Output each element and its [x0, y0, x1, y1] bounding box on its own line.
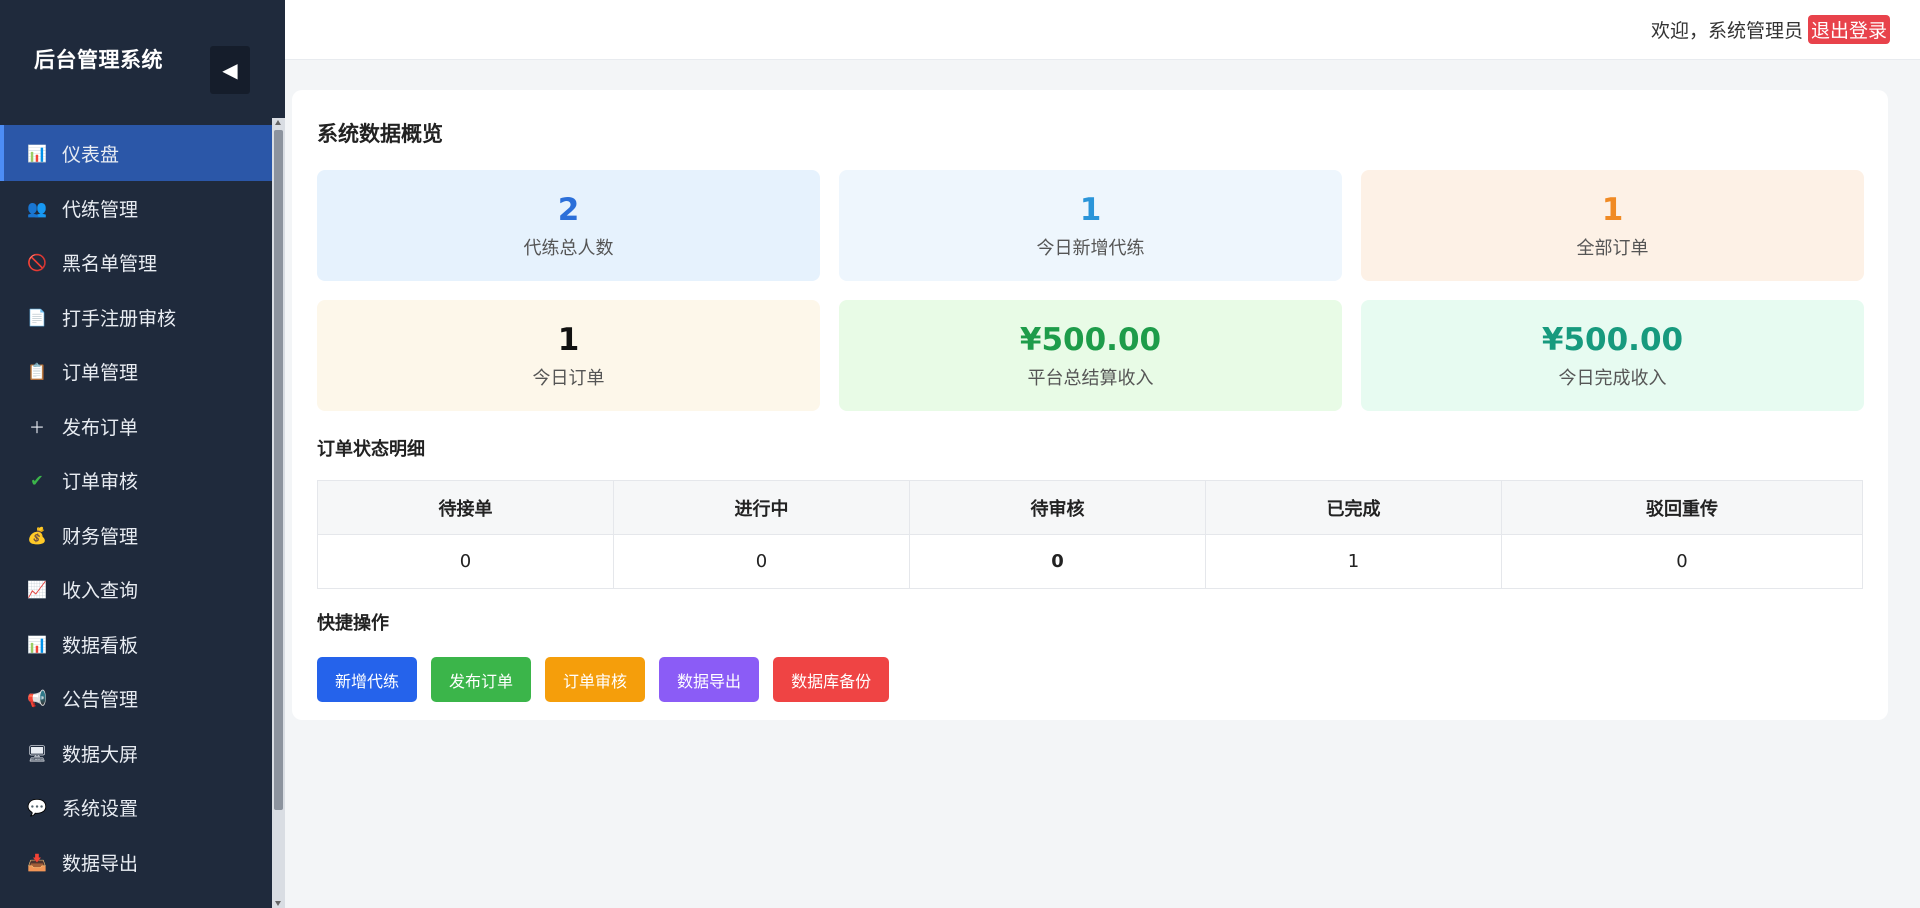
collapse-sidebar-button[interactable]: ◀: [210, 46, 250, 94]
overview-title: 系统数据概览: [317, 122, 443, 146]
sidebar-item-income-query[interactable]: 📈 收入查询: [0, 563, 272, 618]
sidebar: 后台管理系统 ◀ 📊 仪表盘 👥 代练管理 🚫 黑名单管理 📄 打手注册审核 📋…: [0, 0, 285, 908]
stat-card-new-boosters-today: 1 今日新增代练: [839, 170, 1342, 281]
table-header-cell: 待审核: [909, 480, 1206, 535]
sidebar-item-label: 订单管理: [62, 362, 139, 385]
trend-chart-icon: 📈: [27, 580, 47, 600]
table-row: 0 0 0 1 0: [317, 534, 1863, 589]
table-header-cell: 驳回重传: [1501, 480, 1863, 535]
triangle-left-icon: ◀: [222, 58, 238, 82]
stat-card-all-orders: 1 全部订单: [1361, 170, 1864, 281]
sidebar-item-label: 黑名单管理: [62, 253, 158, 276]
bar-chart-icon: 📊: [27, 143, 47, 163]
brand: 后台管理系统 ◀: [0, 0, 285, 118]
stat-value: ¥500.00: [1019, 321, 1162, 358]
stat-label: 代练总人数: [523, 237, 614, 259]
sidebar-item-publish-order[interactable]: ＋ 发布订单: [0, 399, 272, 454]
monitor-icon: 🖥: [26, 743, 48, 763]
sidebar-item-label: 公告管理: [62, 689, 139, 712]
sidebar-item-data-export[interactable]: 📥 数据导出: [0, 835, 272, 890]
sidebar-scrollbar[interactable]: [272, 118, 285, 908]
sidebar-item-label: 仪表盘: [62, 143, 120, 166]
sidebar-item-booster-management[interactable]: 👥 代练管理: [0, 181, 272, 236]
stat-value: 2: [557, 191, 580, 228]
document-icon: 📄: [27, 307, 47, 327]
sidebar-item-label: 发布订单: [62, 416, 139, 439]
download-tray-icon: 📥: [27, 852, 47, 872]
stat-label: 今日订单: [532, 367, 605, 389]
sidebar-nav: 📊 仪表盘 👥 代练管理 🚫 黑名单管理 📄 打手注册审核 📋 订单管理 ＋ 发…: [0, 125, 272, 890]
sidebar-item-order-management[interactable]: 📋 订单管理: [0, 345, 272, 400]
bar-chart-icon: 📊: [27, 634, 47, 654]
add-booster-button[interactable]: 新增代练: [317, 657, 418, 702]
sidebar-item-label: 系统设置: [62, 798, 139, 821]
quick-actions-title: 快捷操作: [317, 613, 389, 634]
data-export-button[interactable]: 数据导出: [659, 657, 760, 702]
table-header-cell: 已完成: [1205, 480, 1502, 535]
welcome-text: 欢迎，系统管理员: [1650, 20, 1803, 42]
scroll-down-icon[interactable]: [275, 901, 281, 906]
stats-grid: 2 代练总人数 1 今日新增代练 1 全部订单 1 今日订单 ¥500.00 平…: [317, 170, 1864, 411]
chat-bubble-icon: 💬: [27, 798, 47, 818]
table-cell: 0: [317, 534, 614, 589]
sidebar-item-dashboard[interactable]: 📊 仪表盘: [0, 125, 272, 181]
stat-card-total-income: ¥500.00 平台总结算收入: [839, 300, 1342, 411]
sidebar-item-label: 财务管理: [62, 525, 139, 548]
table-cell-pending-review: 0: [909, 534, 1206, 589]
sidebar-item-label: 数据大屏: [62, 743, 139, 766]
sidebar-item-order-review[interactable]: ✔ 订单审核: [0, 454, 272, 509]
table-cell: 1: [1205, 534, 1502, 589]
users-icon: 👥: [27, 198, 47, 218]
table-header-cell: 待接单: [317, 480, 614, 535]
quick-actions: 新增代练 发布订单 订单审核 数据导出 数据库备份: [317, 657, 1863, 702]
database-backup-button[interactable]: 数据库备份: [773, 657, 890, 702]
check-icon: ✔: [30, 471, 44, 491]
app-title: 后台管理系统: [34, 48, 163, 72]
stat-value: 1: [557, 321, 580, 358]
table-header-row: 待接单 进行中 待审核 已完成 驳回重传: [317, 480, 1863, 535]
sidebar-item-label: 代练管理: [62, 198, 139, 221]
sidebar-item-big-screen[interactable]: 🖥 数据大屏: [0, 726, 272, 781]
stat-label: 今日新增代练: [1036, 237, 1145, 259]
sidebar-item-blacklist[interactable]: 🚫 黑名单管理: [0, 236, 272, 291]
sidebar-item-data-board[interactable]: 📊 数据看板: [0, 617, 272, 672]
sidebar-item-label: 打手注册审核: [62, 307, 177, 330]
sidebar-item-label: 收入查询: [62, 580, 139, 603]
scroll-up-icon[interactable]: [275, 120, 281, 125]
stat-value: ¥500.00: [1541, 321, 1684, 358]
logout-button[interactable]: 退出登录: [1807, 15, 1890, 44]
sidebar-item-label: 数据看板: [62, 634, 139, 657]
sidebar-item-label: 订单审核: [62, 471, 139, 494]
stat-label: 全部订单: [1576, 237, 1649, 259]
dashboard-card: 系统数据概览 2 代练总人数 1 今日新增代练 1 全部订单 1 今日订单 ¥5…: [292, 90, 1888, 720]
stat-card-today-income: ¥500.00 今日完成收入: [1361, 300, 1864, 411]
plus-icon: ＋: [28, 418, 45, 438]
table-cell: 0: [613, 534, 910, 589]
stat-label: 今日完成收入: [1558, 367, 1667, 389]
stat-value: 1: [1601, 191, 1624, 228]
stat-value: 1: [1079, 191, 1102, 228]
stat-card-today-orders: 1 今日订单: [317, 300, 820, 411]
order-status-table: 待接单 进行中 待审核 已完成 驳回重传 0 0 0 1 0: [317, 480, 1863, 589]
megaphone-icon: 📢: [27, 689, 47, 709]
stat-card-total-boosters: 2 代练总人数: [317, 170, 820, 281]
scrollbar-thumb[interactable]: [274, 130, 283, 810]
publish-order-button[interactable]: 发布订单: [431, 657, 532, 702]
sidebar-item-label: 数据导出: [62, 852, 139, 875]
sidebar-item-announcements[interactable]: 📢 公告管理: [0, 672, 272, 727]
sidebar-item-settings[interactable]: 💬 系统设置: [0, 781, 272, 836]
clipboard-icon: 📋: [27, 362, 47, 382]
table-cell: 0: [1501, 534, 1863, 589]
stat-label: 平台总结算收入: [1027, 367, 1154, 389]
prohibited-icon: 🚫: [27, 253, 47, 273]
money-bag-icon: 💰: [27, 525, 47, 545]
order-status-title: 订单状态明细: [317, 439, 425, 460]
order-review-button[interactable]: 订单审核: [545, 657, 646, 702]
top-header: 欢迎，系统管理员 退出登录: [285, 0, 1920, 60]
table-header-cell: 进行中: [613, 480, 910, 535]
sidebar-item-registration-review[interactable]: 📄 打手注册审核: [0, 290, 272, 345]
sidebar-item-finance[interactable]: 💰 财务管理: [0, 508, 272, 563]
